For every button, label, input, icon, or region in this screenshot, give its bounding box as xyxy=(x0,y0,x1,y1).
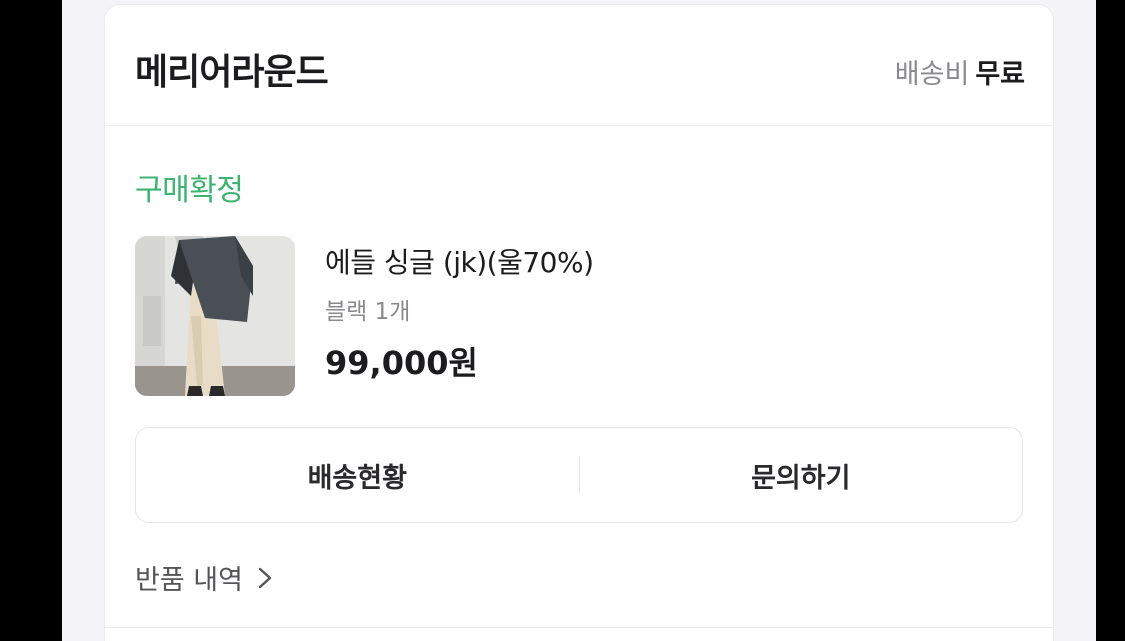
action-buttons: 배송현황 문의하기 xyxy=(135,427,1023,523)
product-name[interactable]: 에들 싱글 (jk)(울70%) xyxy=(325,241,594,281)
returns-history-link[interactable]: 반품 내역 xyxy=(135,558,277,597)
inquiry-button[interactable]: 문의하기 xyxy=(580,428,1023,522)
product-option: 블랙 1개 xyxy=(325,299,411,325)
card-header: 메리어라운드 배송비 무료 xyxy=(105,5,1053,126)
divider xyxy=(105,627,1053,628)
store-name[interactable]: 메리어라운드 xyxy=(135,43,329,95)
shipping-fee-label: 배송비 xyxy=(894,59,970,90)
order-card: 메리어라운드 배송비 무료 구매확정 에들 싱글 (jk)(울70%) 블랙 1… xyxy=(104,4,1054,641)
returns-history-label: 반품 내역 xyxy=(135,565,243,596)
product-photo xyxy=(135,236,295,396)
app-screen: 메리어라운드 배송비 무료 구매확정 에들 싱글 (jk)(울70%) 블랙 1… xyxy=(62,0,1096,641)
shipping-fee: 배송비 무료 xyxy=(895,52,1025,91)
product-price: 99,000원 xyxy=(325,344,478,382)
product-thumbnail[interactable] xyxy=(135,236,295,396)
order-status: 구매확정 xyxy=(135,173,244,208)
delivery-status-button[interactable]: 배송현황 xyxy=(136,428,579,522)
shipping-fee-value: 무료 xyxy=(975,59,1025,90)
chevron-right-icon xyxy=(253,563,277,593)
